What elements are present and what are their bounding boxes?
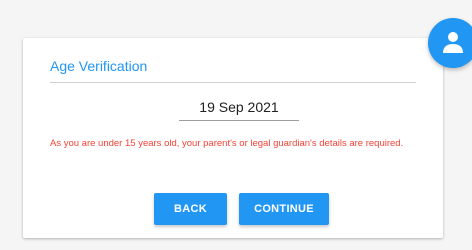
back-button[interactable]: BACK	[154, 193, 227, 225]
avatar[interactable]	[428, 18, 472, 68]
title-divider	[50, 82, 416, 83]
person-icon	[443, 32, 463, 53]
date-of-birth-field[interactable]: 19 Sep 2021	[179, 96, 299, 121]
guardian-required-message: As you are under 15 years old, your pare…	[50, 138, 404, 149]
age-verification-card: Age Verification 19 Sep 2021 As you are …	[23, 38, 443, 238]
continue-button[interactable]: CONTINUE	[239, 193, 329, 225]
card-title: Age Verification	[50, 58, 148, 74]
